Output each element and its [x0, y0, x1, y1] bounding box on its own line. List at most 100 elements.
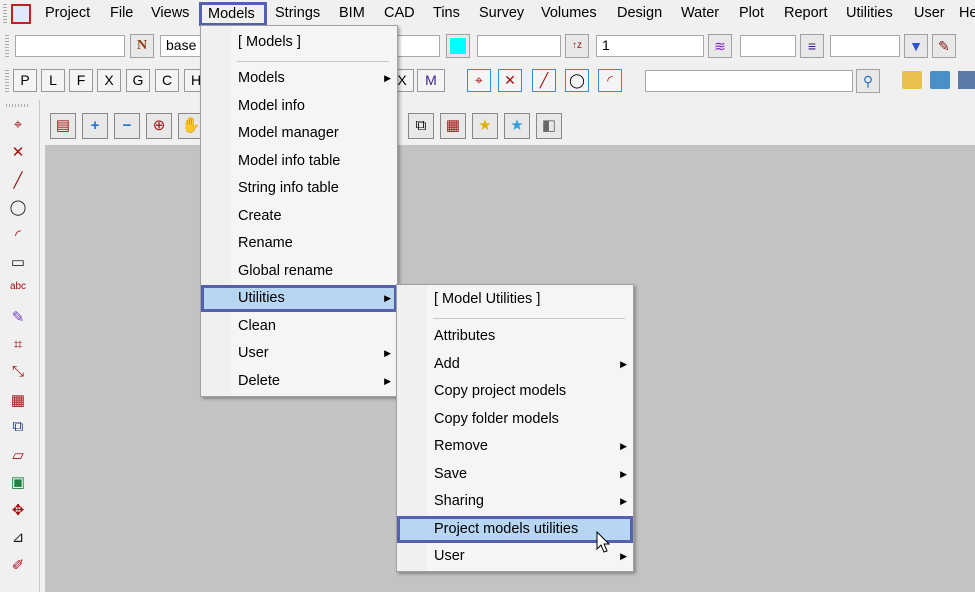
table-tool-icon[interactable]: ▦	[5, 391, 31, 415]
search-icon[interactable]: ⚲	[856, 69, 880, 93]
menu-strings[interactable]: Strings	[275, 5, 320, 21]
models-menu-item-model-info[interactable]: Model info	[201, 93, 397, 120]
arc-tool-icon[interactable]: ◜	[5, 226, 31, 250]
measure-tool-icon[interactable]: ⊿	[5, 528, 31, 552]
menu-survey[interactable]: Survey	[479, 5, 524, 21]
menu-utilities[interactable]: Utilities	[846, 5, 893, 21]
snap-point-icon[interactable]: ⌖	[467, 69, 491, 92]
rectangle-tool-icon[interactable]: ▭	[5, 253, 31, 277]
models-menu-item-models[interactable]: Models ▶	[201, 65, 397, 92]
filter-x-button[interactable]: X	[97, 69, 121, 92]
snap-circle-icon[interactable]: ◯	[565, 69, 589, 92]
search-input[interactable]	[645, 70, 853, 92]
app-logo-icon[interactable]	[11, 4, 31, 24]
menu-models[interactable]: Models	[199, 2, 267, 26]
move-point-tool-icon[interactable]: ⌗	[5, 336, 31, 360]
models-menu-item-utilities[interactable]: Utilities ▶	[201, 285, 397, 312]
eyedropper-icon[interactable]: ✎	[932, 34, 956, 58]
view-toolbar: ▤ + − ⊕ ✋ ⧉ ▦ ★ ★ ◧	[45, 106, 975, 145]
filter-f-button[interactable]: F	[69, 69, 93, 92]
utilities-menu-item-attributes[interactable]: Attributes	[397, 323, 633, 350]
dropdown-icon[interactable]: ▼	[904, 34, 928, 58]
utilities-menu-item-sharing[interactable]: Sharing ▶	[397, 488, 633, 515]
menu-report[interactable]: Report	[784, 5, 828, 21]
models-menu-item-string-info-table[interactable]: String info table	[201, 175, 397, 202]
linestyle-icon[interactable]: ≋	[708, 34, 732, 58]
line-tool-icon[interactable]: ╱	[5, 171, 31, 195]
filter-m-button[interactable]: M	[417, 69, 445, 92]
weight-icon[interactable]: ≡	[800, 34, 824, 58]
menu-water[interactable]: Water	[681, 5, 719, 21]
intersect-tool-icon[interactable]: ✕	[5, 143, 31, 167]
name-button[interactable]: N	[130, 34, 154, 58]
menu-bim[interactable]: BIM	[339, 5, 365, 21]
models-menu-item-user[interactable]: User ▶	[201, 340, 397, 367]
utilities-menu-item-add[interactable]: Add ▶	[397, 351, 633, 378]
colour-button[interactable]	[446, 34, 470, 58]
shape-tool-icon[interactable]: ▱	[5, 446, 31, 470]
brush-tool-icon[interactable]: ✎	[5, 308, 31, 332]
text-tool-icon[interactable]: abc	[5, 281, 31, 305]
zoom-out-icon[interactable]: −	[114, 113, 140, 139]
linestyle-field[interactable]	[740, 35, 796, 57]
models-menu-item-delete[interactable]: Delete ▶	[201, 368, 397, 395]
submenu-arrow-icon: ▶	[384, 375, 391, 386]
models-menu-item-model-info-table[interactable]: Model info table	[201, 148, 397, 175]
menu-views[interactable]: Views	[151, 5, 189, 21]
menu-file[interactable]: File	[110, 5, 133, 21]
snap-line-icon[interactable]: ╱	[532, 69, 556, 92]
filter-g-button[interactable]: G	[126, 69, 150, 92]
toolbar-grip[interactable]	[3, 4, 7, 24]
move-tool-icon[interactable]: ✥	[5, 501, 31, 525]
height-icon[interactable]: ↑z	[565, 34, 589, 58]
utilities-menu-item-copy-project-models[interactable]: Copy project models	[397, 378, 633, 405]
window-icon[interactable]: ⧉	[408, 113, 434, 139]
panel-icon[interactable]	[958, 71, 975, 89]
view-properties-icon[interactable]: ▤	[50, 113, 76, 139]
edit-tool-icon[interactable]: ✐	[5, 556, 31, 580]
panel-toggle-icon[interactable]: ◧	[536, 113, 562, 139]
filter-l-button[interactable]: L	[41, 69, 65, 92]
zoom-extent-icon[interactable]: ⊕	[146, 113, 172, 139]
snap-intersect-icon[interactable]: ✕	[498, 69, 522, 92]
models-menu-item-rename[interactable]: Rename	[201, 230, 397, 257]
menu-volumes[interactable]: Volumes	[541, 5, 597, 21]
height-field[interactable]: 1	[596, 35, 704, 57]
menu-cad[interactable]: CAD	[384, 5, 415, 21]
menu-project[interactable]: Project	[45, 5, 90, 21]
zoom-in-icon[interactable]: +	[82, 113, 108, 139]
weight-field[interactable]	[830, 35, 900, 57]
circle-tool-icon[interactable]: ◯	[5, 198, 31, 222]
models-menu-item-create[interactable]: Create	[201, 203, 397, 230]
filter-c-button[interactable]: C	[155, 69, 179, 92]
menu-item-label: Global rename	[238, 262, 334, 279]
grid-icon[interactable]: ▦	[440, 113, 466, 139]
favourite-icon[interactable]: ★	[472, 113, 498, 139]
menu-user[interactable]: User	[914, 5, 945, 21]
models-menu-item-model-manager[interactable]: Model manager	[201, 120, 397, 147]
favourite-blue-icon[interactable]: ★	[504, 113, 530, 139]
utilities-menu-item-save[interactable]: Save ▶	[397, 461, 633, 488]
menu-tins[interactable]: Tins	[433, 5, 460, 21]
menu-plot[interactable]: Plot	[739, 5, 764, 21]
select-tool-icon[interactable]: ⧉	[5, 418, 31, 442]
dimension-tool-icon[interactable]: ⤡	[5, 363, 31, 387]
name-field[interactable]	[15, 35, 125, 57]
toolbar-grip[interactable]	[5, 70, 9, 92]
menu-help[interactable]: He	[959, 5, 975, 21]
image-tool-icon[interactable]: ▣	[5, 473, 31, 497]
text-field[interactable]	[477, 35, 561, 57]
utilities-menu-item-remove[interactable]: Remove ▶	[397, 433, 633, 460]
point-tool-icon[interactable]: ⌖	[5, 116, 31, 140]
open-folder-icon[interactable]	[902, 71, 922, 89]
models-menu-item-global-rename[interactable]: Global rename	[201, 258, 397, 285]
toolbar-grip[interactable]	[5, 35, 9, 57]
toolbar-grip[interactable]	[6, 104, 30, 107]
utilities-menu-item-copy-folder-models[interactable]: Copy folder models	[397, 406, 633, 433]
models-menu-item-clean[interactable]: Clean	[201, 313, 397, 340]
user-icon[interactable]	[930, 71, 950, 89]
filter-p-button[interactable]: P	[13, 69, 37, 92]
model-utilities-menu-title: [ Model Utilities ]	[434, 291, 541, 307]
menu-design[interactable]: Design	[617, 5, 662, 21]
snap-arc-icon[interactable]: ◜	[598, 69, 622, 92]
